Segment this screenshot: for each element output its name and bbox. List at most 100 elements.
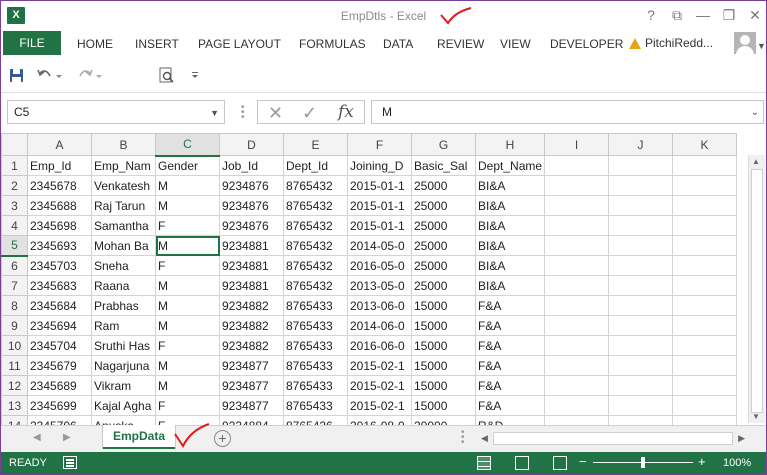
cell[interactable]: 8765436 (283, 415, 348, 425)
column-header[interactable]: J (608, 133, 674, 156)
cell[interactable]: 8765433 (283, 295, 348, 316)
cell[interactable]: 8765433 (283, 335, 348, 356)
cell[interactable]: R&D (474, 415, 546, 425)
column-header[interactable]: K (672, 133, 738, 156)
row-header[interactable]: 4 (1, 215, 28, 236)
cell[interactable] (608, 215, 674, 236)
cell[interactable]: Kajal Agha (91, 395, 156, 416)
cell[interactable]: BI&A (474, 195, 546, 216)
cell[interactable] (608, 255, 674, 276)
cell[interactable]: 8765433 (283, 355, 348, 376)
cell[interactable]: 25000 (411, 215, 476, 236)
cell[interactable] (672, 195, 738, 216)
horizontal-scroll-thumb[interactable] (493, 432, 733, 445)
cell[interactable]: 2015-02-1 (347, 375, 412, 396)
cell[interactable]: BI&A (474, 175, 546, 196)
cell[interactable]: 2016-06-0 (347, 335, 412, 356)
page-break-view-icon[interactable] (553, 456, 567, 470)
cell[interactable]: 2015-01-1 (347, 195, 412, 216)
user-account[interactable]: PitchiRedd... (629, 36, 713, 50)
cell[interactable] (608, 415, 674, 425)
help-icon[interactable]: ? (644, 7, 658, 24)
cell[interactable] (672, 395, 738, 416)
cell[interactable] (672, 355, 738, 376)
cell[interactable]: 2345706 (27, 415, 92, 425)
cell[interactable]: 2014-06-0 (347, 315, 412, 336)
cell[interactable] (544, 355, 610, 376)
cell[interactable]: M (155, 195, 220, 216)
restore-icon[interactable]: ❐ (722, 7, 736, 24)
row-header[interactable]: 3 (1, 195, 28, 216)
macro-record-icon[interactable] (63, 456, 77, 469)
cell[interactable]: 9234882 (219, 295, 284, 316)
cell[interactable]: Ram (91, 315, 156, 336)
row-header[interactable]: 12 (1, 375, 28, 396)
cell[interactable]: 15000 (411, 335, 476, 356)
cell[interactable]: 15000 (411, 295, 476, 316)
chevron-down-icon[interactable]: ▼ (210, 108, 219, 118)
cell[interactable]: M (155, 315, 220, 336)
cell[interactable]: 2345689 (27, 375, 92, 396)
cell[interactable] (544, 315, 610, 336)
cell[interactable]: 8765433 (283, 395, 348, 416)
close-icon[interactable]: ✕ (748, 7, 762, 24)
cell[interactable]: 9234881 (219, 235, 284, 256)
cell[interactable] (672, 175, 738, 196)
cell[interactable] (608, 375, 674, 396)
tab-review[interactable]: REVIEW (437, 37, 484, 51)
scroll-right-icon[interactable]: ▶ (738, 433, 745, 444)
cell[interactable]: F (155, 255, 220, 276)
cell[interactable] (544, 235, 610, 256)
cell[interactable] (608, 175, 674, 196)
cell[interactable]: M (155, 295, 220, 316)
cell[interactable]: 2016-08-0 (347, 415, 412, 425)
cell[interactable] (608, 275, 674, 296)
cell[interactable]: 2345678 (27, 175, 92, 196)
cell[interactable]: 2015-02-1 (347, 355, 412, 376)
cell[interactable] (672, 255, 738, 276)
row-header[interactable]: 8 (1, 295, 28, 316)
tab-splitter-handle[interactable]: • • • (461, 428, 465, 448)
chevron-down-icon[interactable]: ▼ (757, 41, 766, 51)
cell[interactable]: 15000 (411, 355, 476, 376)
cell[interactable]: 2014-05-0 (347, 235, 412, 256)
cell[interactable] (544, 215, 610, 236)
tab-file[interactable]: FILE (3, 31, 61, 55)
row-header[interactable]: 1 (1, 155, 28, 176)
print-preview-icon[interactable] (159, 67, 175, 84)
column-header[interactable]: I (544, 133, 610, 156)
cell[interactable]: 8765433 (283, 375, 348, 396)
cell[interactable]: F (155, 335, 220, 356)
cell[interactable] (672, 415, 738, 425)
ribbon-display-icon[interactable]: ⧉ (670, 7, 684, 24)
column-header[interactable]: A (27, 133, 92, 156)
zoom-slider-thumb[interactable] (641, 457, 645, 468)
cell[interactable] (544, 175, 610, 196)
column-header[interactable]: F (347, 133, 412, 156)
cell[interactable]: BI&A (474, 275, 546, 296)
cell[interactable]: 2345704 (27, 335, 92, 356)
cell[interactable]: F&A (474, 375, 546, 396)
row-header[interactable]: 6 (1, 255, 28, 276)
scroll-left-icon[interactable]: ◀ (481, 433, 488, 444)
cell[interactable]: 8765432 (283, 175, 348, 196)
cell[interactable] (672, 155, 738, 176)
scroll-down-icon[interactable]: ▼ (752, 412, 760, 421)
cell[interactable]: Joining_D (347, 155, 412, 176)
tab-insert[interactable]: INSERT (135, 37, 179, 51)
cell[interactable]: Vikram (91, 375, 156, 396)
cell[interactable]: 15000 (411, 315, 476, 336)
cell[interactable] (608, 355, 674, 376)
enter-icon[interactable]: ✓ (302, 103, 317, 124)
save-icon[interactable] (9, 68, 24, 83)
zoom-level[interactable]: 100% (723, 457, 751, 469)
cell[interactable]: 2345684 (27, 295, 92, 316)
cell[interactable]: 9234882 (219, 335, 284, 356)
add-sheet-button[interactable]: + (214, 430, 231, 447)
prev-sheet-icon[interactable]: ◀ (33, 432, 41, 443)
cell[interactable]: 2015-01-1 (347, 215, 412, 236)
cell[interactable]: M (155, 175, 220, 196)
cell[interactable]: 9234882 (219, 315, 284, 336)
cell[interactable] (672, 375, 738, 396)
cell[interactable]: 8765433 (283, 315, 348, 336)
